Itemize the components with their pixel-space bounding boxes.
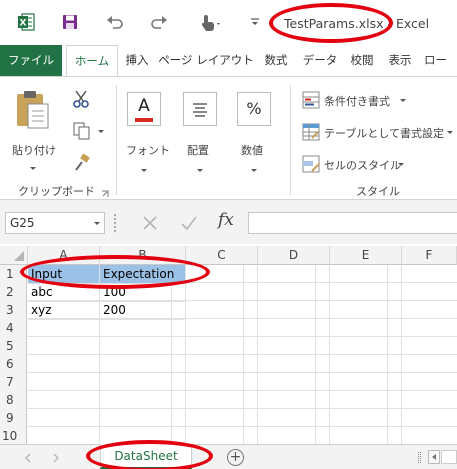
paste-icon — [17, 91, 49, 129]
formula-bar: G25 fx — [0, 200, 457, 244]
name-box-dropdown-icon[interactable] — [94, 222, 100, 225]
grid-line — [329, 265, 330, 445]
clipboard-dialog-launcher-icon[interactable] — [101, 187, 109, 201]
cell-styles-icon — [302, 155, 320, 173]
row-header[interactable]: 3 — [0, 301, 27, 320]
tab-load-test[interactable]: ロー — [424, 45, 457, 76]
clipboard-group-label: クリップボード — [18, 185, 95, 198]
alignment-button[interactable]: 配置 — [178, 85, 224, 172]
ribbon-divider — [116, 85, 117, 195]
ribbon-divider — [290, 85, 291, 195]
column-header[interactable]: A — [28, 246, 100, 265]
cut-button[interactable] — [72, 89, 94, 111]
cell-b1[interactable]: Expectation — [100, 265, 186, 284]
row-header[interactable]: 4 — [0, 319, 27, 338]
save-icon[interactable] — [60, 12, 80, 32]
font-button[interactable]: A フォント — [122, 85, 170, 172]
tab-file[interactable]: ファイル — [0, 45, 62, 76]
tab-formulas[interactable]: 数式 — [258, 45, 294, 76]
number-button[interactable]: % 数値 — [232, 85, 278, 172]
window-title: TestParams.xlsx - Excel — [284, 16, 430, 31]
formula-bar-divider — [114, 214, 116, 232]
new-sheet-button[interactable]: + — [227, 449, 244, 466]
tab-home[interactable]: ホーム — [66, 45, 118, 77]
number-label: 数値 — [241, 144, 263, 157]
name-box[interactable]: G25 — [5, 212, 105, 234]
copy-button[interactable] — [72, 121, 106, 143]
formula-input[interactable] — [248, 212, 457, 234]
number-dropdown-caret — [251, 161, 257, 175]
row-header[interactable]: 7 — [0, 373, 27, 392]
cell-a3[interactable]: xyz — [28, 301, 100, 320]
name-box-value: G25 — [10, 216, 35, 230]
sheet-tab-datasheet[interactable]: DataSheet — [100, 444, 192, 469]
paste-button[interactable]: 貼り付け — [8, 85, 60, 170]
tab-view[interactable]: 表示 — [384, 45, 416, 76]
alignment-label: 配置 — [187, 144, 209, 157]
grid-line — [257, 265, 258, 445]
tab-insert[interactable]: 挿入 — [122, 45, 152, 76]
tab-review[interactable]: 校閲 — [346, 45, 378, 76]
percent-icon: % — [237, 92, 271, 126]
alignment-dropdown-caret — [197, 161, 203, 175]
format-painter-icon — [75, 153, 90, 171]
cell-a1[interactable]: Input — [28, 265, 100, 284]
cell-styles-button[interactable]: セルのスタイル — [300, 153, 450, 175]
cell-styles-label: セルのスタイル — [324, 159, 401, 172]
row-header[interactable]: 9 — [0, 409, 27, 428]
touch-mode-icon[interactable] — [196, 12, 226, 32]
row-header[interactable]: 8 — [0, 391, 27, 410]
copy-icon — [73, 122, 90, 140]
cell-b3[interactable]: 200 — [100, 301, 186, 320]
cancel-icon[interactable] — [141, 214, 161, 232]
undo-icon[interactable] — [104, 12, 126, 32]
grid-line — [401, 265, 402, 445]
excel-logo-icon: X — [16, 12, 36, 32]
svg-text:X: X — [20, 19, 27, 29]
tab-data[interactable]: データ — [300, 45, 340, 76]
conditional-formatting-button[interactable]: 条件付き書式 — [300, 89, 450, 111]
format-as-table-button[interactable]: テーブルとして書式設定 — [300, 121, 457, 143]
insert-function-icon[interactable]: fx — [218, 210, 240, 234]
tab-split-handle[interactable] — [418, 452, 421, 463]
paste-dropdown-caret — [30, 159, 36, 173]
sheet-tab-bar: DataSheet + — [0, 444, 457, 469]
format-as-table-icon — [302, 123, 320, 141]
row-header[interactable]: 1 — [0, 265, 27, 284]
alignment-icon — [183, 92, 217, 126]
format-painter-button[interactable] — [72, 153, 94, 175]
scroll-left-icon[interactable] — [428, 450, 440, 464]
scroll-sheets-right-icon[interactable] — [52, 452, 60, 466]
select-all-corner[interactable] — [0, 246, 28, 265]
ribbon-tab-row: ファイル ホーム 挿入 ページ レイアウト 数式 データ 校閲 表示 ロー — [0, 45, 457, 77]
font-dropdown-caret — [141, 161, 147, 175]
font-label: フォント — [126, 144, 170, 157]
customize-toolbar-icon[interactable] — [248, 12, 262, 32]
conditional-formatting-icon — [302, 91, 320, 109]
row-header[interactable]: 6 — [0, 355, 27, 374]
column-header[interactable]: E — [330, 246, 402, 265]
conditional-formatting-label: 条件付き書式 — [324, 95, 390, 108]
paste-label: 貼り付け — [12, 144, 56, 157]
format-as-table-label: テーブルとして書式設定 — [324, 127, 445, 140]
column-header[interactable]: D — [258, 246, 330, 265]
row-header[interactable]: 5 — [0, 337, 27, 356]
column-header[interactable]: F — [402, 246, 457, 265]
column-header[interactable]: C — [186, 246, 258, 265]
redo-icon[interactable] — [148, 12, 170, 32]
cell-b2[interactable]: 100 — [100, 283, 186, 302]
font-icon: A — [127, 92, 161, 126]
horizontal-scrollbar[interactable] — [441, 450, 457, 464]
row-header[interactable]: 2 — [0, 283, 27, 302]
title-bar: X TestParams.xlsx - Excel — [0, 0, 457, 45]
worksheet-grid[interactable]: A B C D E F 1 2 3 4 5 6 7 8 9 10 Input E… — [0, 246, 457, 446]
cell-a2[interactable]: abc — [28, 283, 100, 302]
scissors-icon — [73, 90, 89, 108]
ribbon: 貼り付け クリップボード A フォント 配置 % 数値 条件付き書式 テーブルと… — [0, 76, 457, 200]
tab-page-layout[interactable]: ページ レイアウト — [158, 45, 254, 76]
scroll-sheets-left-icon[interactable] — [24, 452, 32, 466]
styles-group-label: スタイル — [356, 185, 400, 198]
enter-icon[interactable] — [180, 214, 200, 232]
column-header[interactable]: B — [100, 246, 186, 265]
